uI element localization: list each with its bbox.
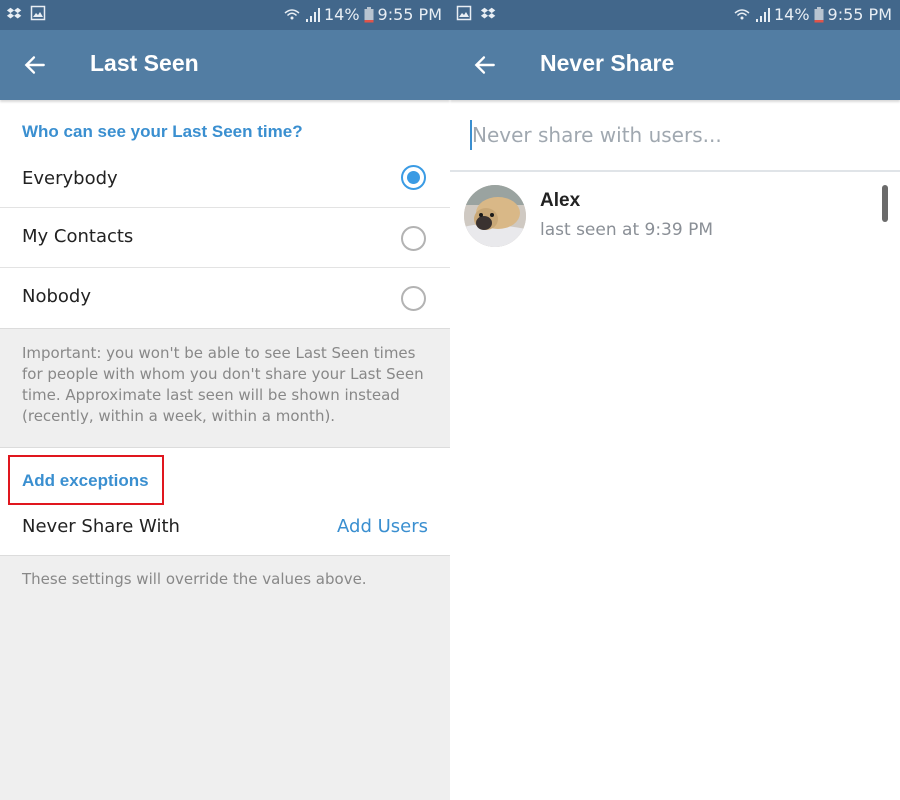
scrollbar[interactable] [882, 185, 888, 222]
user-last-seen: last seen at 9:39 PM [540, 220, 714, 240]
radio-unchecked[interactable] [401, 286, 426, 311]
option-everybody[interactable]: Everybody [0, 148, 450, 208]
add-users-link[interactable]: Add Users [337, 516, 428, 537]
image-icon [456, 5, 472, 21]
never-share-with-row[interactable]: Never Share With Add Users [0, 506, 450, 556]
battery-percent: 14% [773, 5, 810, 24]
app-bar: Never Share [450, 30, 900, 100]
avatar [464, 185, 526, 247]
radio-checked[interactable] [401, 165, 426, 190]
visibility-section: Who can see your Last Seen time? Everybo… [0, 100, 450, 328]
clock: 9:55 PM [377, 5, 442, 24]
dropbox-icon [480, 7, 496, 19]
battery-icon [814, 6, 824, 22]
search-area [450, 100, 900, 172]
option-label: Nobody [22, 286, 91, 307]
info-text: Important: you won't be able to see Last… [0, 328, 450, 448]
option-nobody[interactable]: Nobody [0, 268, 450, 328]
wifi-icon [734, 8, 750, 19]
visibility-section-header: Who can see your Last Seen time? [22, 122, 303, 141]
highlight-annotation [8, 455, 164, 505]
image-icon [30, 5, 46, 21]
wifi-icon [284, 8, 300, 19]
status-bar: 14% 9:55 PM [450, 0, 900, 30]
never-share-search-input[interactable] [470, 118, 870, 152]
option-label: Everybody [22, 168, 118, 189]
user-list-item[interactable]: Alex last seen at 9:39 PM [450, 172, 900, 260]
never-share-label: Never Share With [22, 516, 180, 537]
exceptions-section: Add exceptions Never Share With Add User… [0, 448, 450, 556]
last-seen-screen: 14% 9:55 PM Last Seen Who can see your L… [0, 0, 450, 800]
clock: 9:55 PM [827, 5, 892, 24]
app-bar: Last Seen [0, 30, 450, 100]
radio-unchecked[interactable] [401, 226, 426, 251]
option-my-contacts[interactable]: My Contacts [0, 208, 450, 268]
text-cursor [470, 120, 472, 150]
option-label: My Contacts [22, 226, 134, 247]
user-name: Alex [540, 190, 581, 211]
override-note: These settings will override the values … [22, 570, 367, 588]
page-title: Last Seen [90, 50, 199, 76]
back-arrow-icon[interactable] [22, 52, 48, 78]
dog-photo-icon [464, 185, 526, 247]
signal-icon [305, 7, 320, 22]
battery-percent: 14% [323, 5, 360, 24]
page-title: Never Share [540, 50, 675, 76]
never-share-screen: 14% 9:55 PM Never Share Alex last seen [450, 0, 900, 800]
dropbox-icon [6, 7, 22, 19]
signal-icon [755, 7, 770, 22]
battery-icon [364, 6, 374, 22]
status-bar: 14% 9:55 PM [0, 0, 450, 30]
back-arrow-icon[interactable] [472, 52, 498, 78]
